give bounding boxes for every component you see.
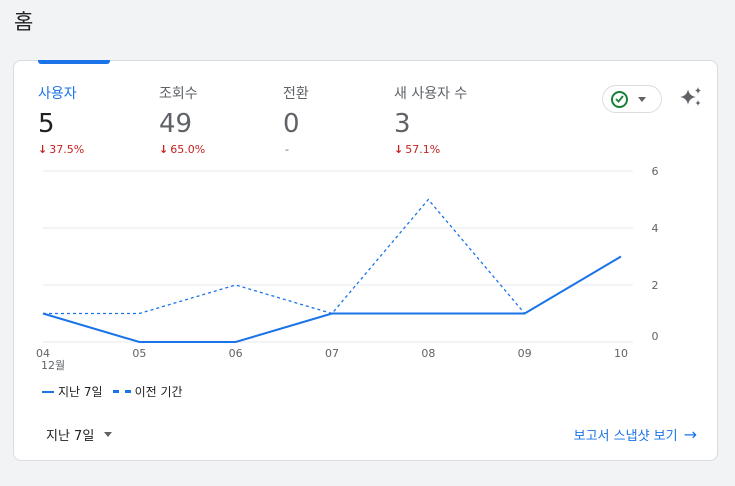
overview-card: 사용자 5 ↓ 37.5% 조회수 49 ↓ 65.0% 전환 0 - 새 사용자 … xyxy=(13,60,718,461)
series-line-previous xyxy=(43,198,526,315)
x-tick-label: 06 xyxy=(229,347,243,360)
x-tick-label: 08 xyxy=(421,347,435,360)
y-tick-label: 2 xyxy=(652,279,659,292)
report-snapshot-link[interactable]: 보고서 스냅샷 보기 → xyxy=(574,425,697,444)
y-tick-label: 0 xyxy=(652,330,659,343)
line-chart: 024604 05 06 07 08 09 1012월 xyxy=(36,165,659,372)
dashed-line-swatch xyxy=(112,390,131,393)
y-tick-label: 4 xyxy=(652,222,659,235)
legend-current[interactable]: 지난 7일 xyxy=(42,383,103,400)
y-tick-label: 6 xyxy=(652,165,659,178)
period-label: 지난 7일 xyxy=(46,429,95,444)
x-tick-label: 05 xyxy=(132,347,146,360)
chart-legend: 지난 7일 이전 기간 xyxy=(42,383,183,400)
x-tick-label: 09 xyxy=(518,347,532,360)
x-tick-label: 10 xyxy=(614,347,628,360)
solid-line-swatch xyxy=(42,390,54,393)
chevron-down-icon xyxy=(104,432,113,437)
page-title: 홈 xyxy=(14,10,34,34)
arrow-right-icon: → xyxy=(683,425,697,444)
x-axis-month-label: 12월 xyxy=(41,359,65,372)
series-line-current xyxy=(42,255,622,343)
period-dropdown[interactable]: 지난 7일 xyxy=(46,425,113,444)
x-tick-label: 07 xyxy=(325,347,339,360)
legend-previous[interactable]: 이전 기간 xyxy=(112,383,183,400)
report-link-label: 보고서 스냅샷 보기 xyxy=(573,429,678,444)
